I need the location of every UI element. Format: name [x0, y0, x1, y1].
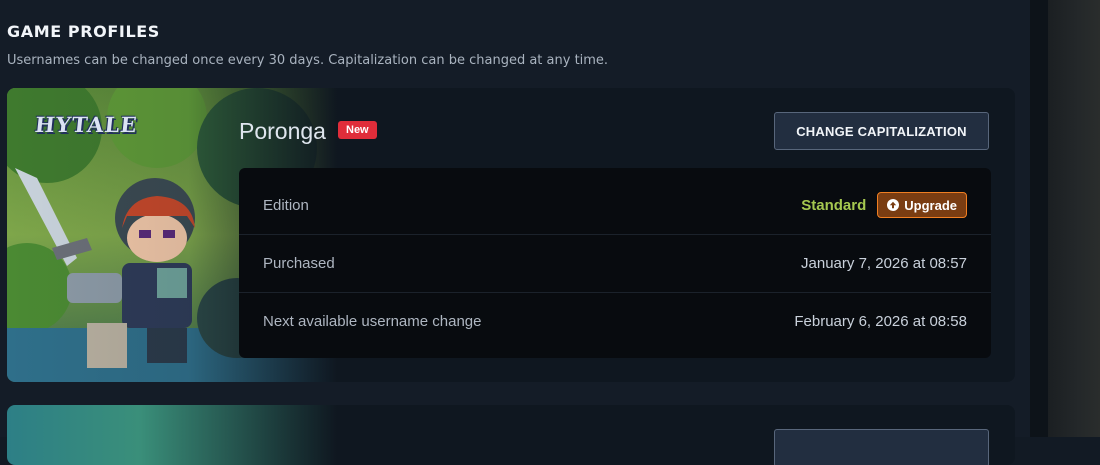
main-content: GAME PROFILES Usernames can be changed o… — [0, 0, 1030, 465]
upgrade-label: Upgrade — [904, 197, 957, 213]
purchased-row: Purchased January 7, 2026 at 08:57 — [239, 234, 991, 292]
game-profile-card-2 — [7, 405, 1015, 465]
next-username-change-value: February 6, 2026 at 08:58 — [794, 313, 967, 330]
change-capitalization-button[interactable]: CHANGE CAPITALIZATION — [774, 112, 989, 150]
edition-row: Edition Standard Upgrade — [239, 176, 991, 234]
background-panel — [1048, 0, 1100, 437]
profile-info-panel: Edition Standard Upgrade Purchased Janua… — [239, 168, 991, 358]
profile-username: Poronga — [239, 118, 326, 144]
change-capitalization-button-2[interactable] — [774, 429, 989, 465]
scroll-gutter — [1030, 0, 1048, 437]
edition-label: Edition — [263, 196, 309, 214]
next-username-change-row: Next available username change February … — [239, 292, 991, 350]
purchased-label: Purchased — [263, 255, 335, 272]
edition-value-group: Standard Upgrade — [801, 192, 967, 218]
game-profile-card: HYTALE Poronga New CHANGE CAPITALIZATION… — [7, 88, 1015, 382]
hytale-logo: HYTALE — [33, 112, 139, 137]
section-description: Usernames can be changed once every 30 d… — [7, 53, 609, 68]
arrow-up-circle-icon — [887, 199, 900, 211]
game-cover-art-2 — [7, 405, 337, 465]
upgrade-button[interactable]: Upgrade — [877, 192, 967, 218]
edition-value: Standard — [801, 196, 867, 214]
next-username-change-label: Next available username change — [263, 313, 482, 330]
purchased-value: January 7, 2026 at 08:57 — [801, 255, 967, 272]
new-badge: New — [338, 121, 377, 139]
section-title: GAME PROFILES — [7, 22, 160, 41]
